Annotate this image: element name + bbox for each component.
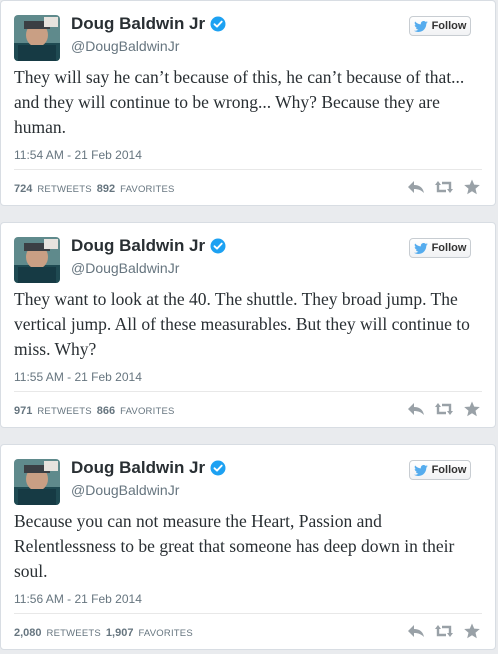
twitter-bird-icon	[413, 20, 428, 32]
follow-button[interactable]: Follow	[409, 16, 471, 36]
user-handle[interactable]: @DougBaldwinJr	[71, 38, 179, 54]
display-name[interactable]: Doug Baldwin Jr	[71, 236, 226, 256]
retweet-icon[interactable]	[435, 401, 453, 417]
tweet-text: They want to look at the 40. The shuttle…	[14, 289, 470, 359]
tweet-card: Doug Baldwin Jr @DougBaldwinJr Follow Be…	[0, 444, 496, 650]
tweet-card: Doug Baldwin Jr @DougBaldwinJr Follow Th…	[0, 222, 496, 428]
display-name-text: Doug Baldwin Jr	[71, 236, 206, 255]
tweet-card: Doug Baldwin Jr @DougBaldwinJr Follow Th…	[0, 0, 496, 206]
verified-badge-icon	[210, 16, 226, 32]
tweet-actions	[407, 623, 481, 639]
verified-badge-icon	[210, 460, 226, 476]
user-handle[interactable]: @DougBaldwinJr	[71, 260, 179, 276]
avatar[interactable]	[14, 459, 60, 505]
favorite-count[interactable]: 892	[97, 183, 115, 195]
retweet-count[interactable]: 724	[14, 183, 32, 195]
follow-button[interactable]: Follow	[409, 460, 471, 480]
display-name-text: Doug Baldwin Jr	[71, 458, 206, 477]
reply-icon[interactable]	[407, 401, 425, 417]
twitter-bird-icon	[413, 242, 428, 254]
favorite-count[interactable]: 1,907	[106, 627, 134, 639]
display-name[interactable]: Doug Baldwin Jr	[71, 458, 226, 478]
favorites-label: FAVORITES	[120, 184, 175, 195]
tweet-timestamp[interactable]: 11:54 AM - 21 Feb 2014	[14, 148, 142, 162]
divider	[14, 169, 482, 170]
verified-badge-icon	[210, 238, 226, 254]
reply-icon[interactable]	[407, 623, 425, 639]
twitter-bird-icon	[413, 464, 428, 476]
favorites-label: FAVORITES	[120, 406, 175, 417]
follow-label: Follow	[431, 464, 467, 476]
avatar[interactable]	[14, 15, 60, 61]
tweet-actions	[407, 179, 481, 195]
star-icon[interactable]	[463, 401, 481, 417]
tweet-list: Doug Baldwin Jr @DougBaldwinJr Follow Th…	[0, 0, 498, 654]
tweet-timestamp[interactable]: 11:56 AM - 21 Feb 2014	[14, 592, 142, 606]
tweet-timestamp[interactable]: 11:55 AM - 21 Feb 2014	[14, 370, 142, 384]
retweets-label: RETWEETS	[37, 184, 92, 195]
display-name[interactable]: Doug Baldwin Jr	[71, 14, 226, 34]
favorites-label: FAVORITES	[138, 628, 193, 639]
favorite-count[interactable]: 866	[97, 405, 115, 417]
star-icon[interactable]	[463, 623, 481, 639]
retweet-count[interactable]: 971	[14, 405, 32, 417]
user-handle[interactable]: @DougBaldwinJr	[71, 482, 179, 498]
retweet-icon[interactable]	[435, 623, 453, 639]
star-icon[interactable]	[463, 179, 481, 195]
retweet-icon[interactable]	[435, 179, 453, 195]
reply-icon[interactable]	[407, 179, 425, 195]
retweets-label: RETWEETS	[46, 628, 101, 639]
retweets-label: RETWEETS	[37, 406, 92, 417]
tweet-text: They will say he can’t because of this, …	[14, 67, 465, 137]
tweet-stats: 724 RETWEETS 892 FAVORITES	[14, 183, 175, 195]
follow-label: Follow	[431, 20, 467, 32]
avatar[interactable]	[14, 237, 60, 283]
retweet-count[interactable]: 2,080	[14, 627, 42, 639]
divider	[14, 613, 482, 614]
follow-label: Follow	[431, 242, 467, 254]
tweet-stats: 971 RETWEETS 866 FAVORITES	[14, 405, 175, 417]
divider	[14, 391, 482, 392]
tweet-text: Because you can not measure the Heart, P…	[14, 511, 455, 581]
tweet-stats: 2,080 RETWEETS 1,907 FAVORITES	[14, 627, 193, 639]
tweet-actions	[407, 401, 481, 417]
display-name-text: Doug Baldwin Jr	[71, 14, 206, 33]
follow-button[interactable]: Follow	[409, 238, 471, 258]
